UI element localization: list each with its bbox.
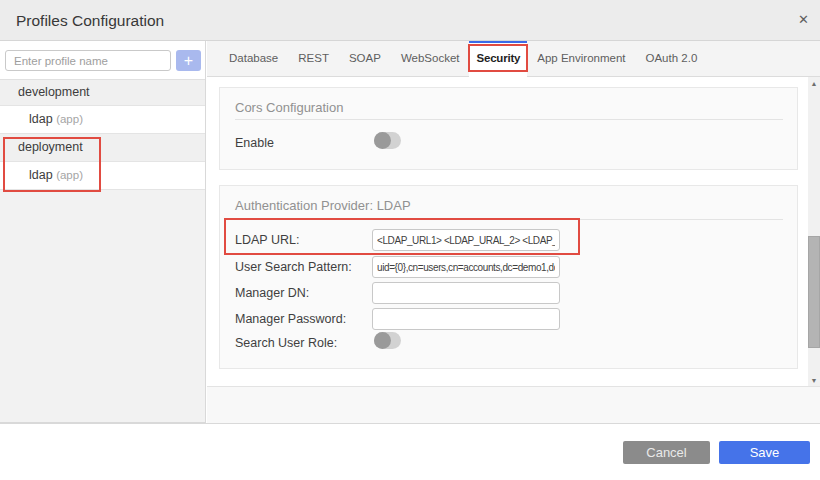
sidebar-item-ldap-dev[interactable]: ldap (app): [0, 106, 205, 134]
save-button[interactable]: Save: [719, 441, 810, 464]
cors-configuration-card: Cors Configuration Enable: [219, 87, 798, 170]
scroll-up-icon[interactable]: ▲: [808, 80, 820, 87]
tab-soap[interactable]: SOAP: [339, 41, 391, 76]
security-settings-panel: Cors Configuration Enable Authentication…: [207, 77, 808, 386]
sidebar-item-development[interactable]: development: [0, 80, 205, 106]
tab-oauth[interactable]: OAuth 2.0: [636, 41, 708, 76]
profile-name-input[interactable]: [5, 50, 171, 71]
enable-label: Enable: [235, 132, 274, 154]
content-scrollbar[interactable]: ▲ ▼: [808, 77, 820, 386]
auth-card-title: Authentication Provider: LDAP: [235, 198, 411, 213]
close-icon[interactable]: ✕: [798, 12, 809, 27]
cancel-button[interactable]: Cancel: [623, 441, 710, 464]
cors-enable-toggle[interactable]: [374, 132, 401, 149]
profile-input-row: +: [0, 41, 205, 80]
manager-dn-label: Manager DN:: [235, 282, 309, 304]
manager-dn-input[interactable]: [372, 282, 560, 304]
profiles-configuration-dialog: Profiles Configuration ✕ + development l…: [0, 0, 820, 480]
search-user-role-toggle[interactable]: [374, 332, 401, 349]
tab-websocket[interactable]: WebSocket: [391, 41, 470, 76]
scroll-down-icon[interactable]: ▼: [808, 377, 820, 384]
cors-card-title: Cors Configuration: [235, 100, 343, 115]
annotation-box-deployment: [3, 137, 101, 192]
auth-provider-card: Authentication Provider: LDAP LDAP URL: …: [219, 185, 798, 369]
tab-security[interactable]: Security: [469, 41, 527, 77]
user-search-pattern-label: User Search Pattern:: [235, 256, 352, 278]
tab-rest[interactable]: REST: [288, 41, 339, 76]
toggle-knob: [374, 332, 391, 349]
dialog-header: Profiles Configuration ✕: [0, 0, 820, 41]
content-bottom-strip: [207, 386, 820, 423]
add-profile-button[interactable]: +: [176, 50, 201, 71]
scrollbar-thumb[interactable]: [808, 236, 820, 348]
profile-sidebar: + development ldap (app) deployment ldap…: [0, 41, 206, 423]
annotation-box-ldap-url: [224, 218, 580, 255]
cors-divider: [235, 119, 783, 120]
settings-tabbar: Database REST SOAP WebSocket Security Ap…: [207, 41, 820, 77]
tab-app-environment[interactable]: App Environment: [527, 41, 635, 76]
search-user-role-label: Search User Role:: [235, 332, 337, 354]
tab-database[interactable]: Database: [219, 41, 288, 76]
dialog-footer: Cancel Save: [0, 423, 820, 480]
manager-password-input[interactable]: [372, 308, 560, 330]
dialog-title: Profiles Configuration: [16, 12, 164, 30]
toggle-knob: [374, 132, 391, 149]
manager-password-label: Manager Password:: [235, 308, 346, 330]
annotation-box-security-tab: [468, 44, 528, 72]
user-search-pattern-input[interactable]: [372, 256, 560, 278]
